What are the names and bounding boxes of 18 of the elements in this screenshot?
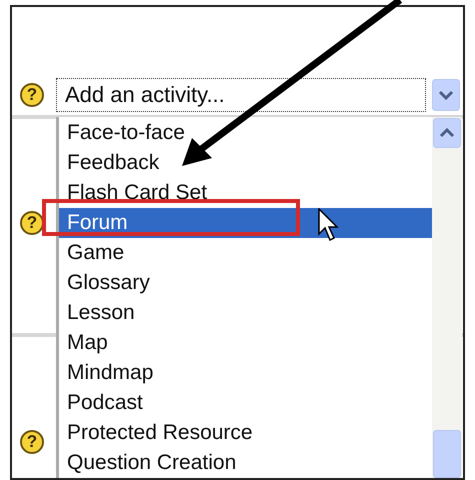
mouse-cursor-icon (318, 208, 340, 242)
scroll-up-icon[interactable] (433, 118, 461, 148)
scrollbar[interactable] (432, 117, 462, 478)
dropdown-option[interactable]: Podcast (59, 388, 432, 418)
dropdown-option[interactable]: Protected Resource (59, 418, 432, 448)
dropdown-option[interactable]: Lesson (59, 298, 432, 328)
dropdown-option[interactable]: Face-to-face (59, 118, 432, 148)
dropdown-option[interactable]: Question Creation (59, 448, 432, 478)
dropdown-option[interactable]: Flash Card Set (59, 178, 432, 208)
dropdown-option[interactable]: Game (59, 238, 432, 268)
dropdown-option[interactable]: Map (59, 328, 432, 358)
scroll-thumb[interactable] (433, 430, 461, 478)
help-icon[interactable]: ? (20, 83, 44, 107)
dropdown-option[interactable]: Mindmap (59, 358, 432, 388)
help-icon[interactable]: ? (20, 430, 44, 454)
dropdown-option[interactable]: Feedback (59, 148, 432, 178)
dropdown-option[interactable]: Glossary (59, 268, 432, 298)
help-icon[interactable]: ? (20, 211, 44, 235)
